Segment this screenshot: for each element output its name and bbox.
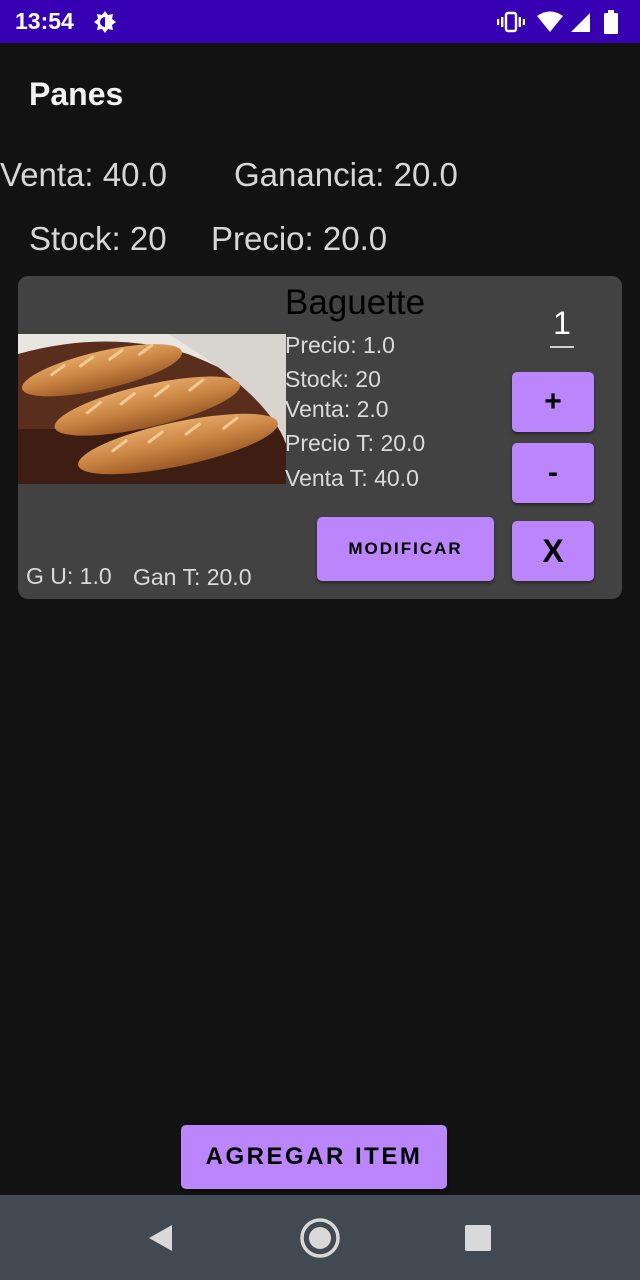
- battery-icon: [601, 0, 621, 43]
- add-item-button[interactable]: AGREGAR ITEM: [181, 1125, 447, 1189]
- status-bar: 13:54: [0, 0, 640, 43]
- recents-icon[interactable]: [438, 1195, 518, 1280]
- modify-button[interactable]: MODIFICAR: [317, 517, 494, 581]
- item-venta-total: Venta T: 40.0: [285, 465, 419, 491]
- brightness-icon: [92, 0, 118, 43]
- wifi-icon: [536, 0, 564, 43]
- summary-ganancia: Ganancia: 20.0: [234, 156, 458, 193]
- quantity-underline: [550, 346, 574, 348]
- home-icon[interactable]: [280, 1195, 360, 1280]
- item-image: [18, 334, 286, 484]
- decrement-button[interactable]: -: [512, 443, 594, 503]
- item-venta: Venta: 2.0: [285, 396, 389, 422]
- summary-venta: Venta: 40.0: [0, 156, 167, 193]
- navigation-bar: [0, 1195, 640, 1280]
- item-precio: Precio: 1.0: [285, 332, 395, 358]
- status-time: 13:54: [15, 8, 74, 34]
- back-icon[interactable]: [120, 1195, 200, 1280]
- item-name: Baguette: [285, 283, 426, 322]
- increment-button[interactable]: +: [512, 372, 594, 432]
- page-title: Panes: [29, 76, 124, 112]
- signal-icon: [568, 0, 592, 43]
- delete-button[interactable]: X: [512, 521, 594, 581]
- item-precio-total: Precio T: 20.0: [285, 430, 426, 456]
- summary-precio: Precio: 20.0: [211, 220, 388, 257]
- quantity-field[interactable]: 1: [550, 305, 574, 342]
- item-card: Baguette Precio: 1.0 Stock: 20 Venta: 2.…: [18, 276, 622, 599]
- item-stock: Stock: 20: [285, 366, 381, 392]
- item-ganancia-total: Gan T: 20.0: [133, 564, 252, 590]
- vibrate-icon: [496, 0, 526, 43]
- item-ganancia-unitaria: G U: 1.0: [26, 563, 112, 589]
- summary-stock: Stock: 20: [29, 220, 167, 257]
